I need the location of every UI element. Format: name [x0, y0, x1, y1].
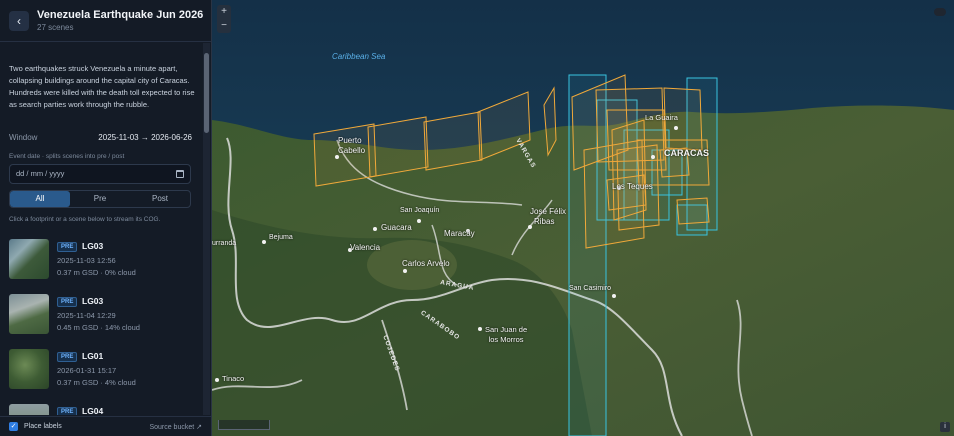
scene-thumbnail	[9, 239, 49, 279]
sidebar-scrollbar[interactable]	[203, 43, 210, 415]
city-label-san-juan-de-los-morros: San Juan de los Morros	[485, 325, 528, 344]
calendar-icon[interactable]	[176, 170, 184, 178]
page-title: Venezuela Earthquake Jun 2026	[37, 9, 204, 21]
city-label-bejuma: Bejuma	[269, 234, 293, 241]
scene-item[interactable]: PRE LG04	[9, 404, 199, 415]
sidebar-footer: ✓ Place labels Source bucket ↗	[0, 416, 211, 436]
sidebar: ‹ Venezuela Earthquake Jun 2026 27 scene…	[0, 0, 212, 436]
zoom-control: + −	[217, 5, 231, 33]
window-label: Window	[9, 133, 38, 142]
scene-item[interactable]: PRE LG03 2025-11-03 12:56 0.37 m GSD · 0…	[9, 239, 199, 283]
chevron-left-icon: ‹	[17, 14, 21, 28]
back-button[interactable]: ‹	[9, 11, 29, 31]
scene-filter: All Pre Post	[9, 190, 191, 208]
pre-badge: PRE	[57, 297, 78, 307]
sidebar-content: Two earthquakes struck Venezuela a minut…	[0, 43, 202, 415]
event-date-input[interactable]: dd / mm / yyyy	[9, 164, 191, 184]
pre-badge: PRE	[57, 242, 78, 252]
filter-pre[interactable]: Pre	[70, 191, 130, 207]
filter-post[interactable]: Post	[130, 191, 190, 207]
scene-time: 2026-01-31 15:17	[57, 366, 117, 375]
city-label-puerto-cabello: Puerto Cabello	[338, 136, 366, 155]
scene-thumbnail	[9, 349, 49, 389]
map-toggle-button[interactable]	[934, 8, 946, 16]
source-bucket-link[interactable]: Source bucket ↗	[149, 423, 202, 431]
city-label-miranda: urranda	[212, 240, 237, 247]
pre-badge: PRE	[57, 407, 78, 415]
sidebar-header: ‹ Venezuela Earthquake Jun 2026 27 scene…	[0, 0, 211, 42]
city-label-guacara: Guacara	[381, 223, 412, 232]
city-label-maracay: Maracay	[444, 229, 475, 238]
place-labels-checkbox[interactable]: ✓	[9, 422, 18, 431]
scale-bar	[218, 420, 270, 430]
pre-badge: PRE	[57, 352, 78, 362]
window-value: 2025-11-03 → 2026-06-26	[98, 133, 192, 142]
scene-time: 2025-11-03 12:56	[57, 256, 116, 265]
map-canvas[interactable]	[212, 0, 954, 436]
city-label-la-guaira: La Guaira	[645, 113, 678, 122]
city-label-carlos-arvelo: Carlos Arvelo	[402, 259, 450, 268]
sea-label: Caribbean Sea	[332, 52, 386, 61]
attribution-button[interactable]: i	[940, 422, 950, 432]
scene-name: LG03	[82, 296, 104, 306]
city-label-los-teques: Los Teques	[612, 182, 653, 191]
city-label-tinaco: Tinaco	[222, 374, 245, 383]
city-label-caracas: CARACAS	[664, 148, 709, 158]
scene-name: LG01	[82, 351, 104, 361]
scene-thumbnail	[9, 404, 49, 415]
satellite-map[interactable]: Caribbean Sea Puerto Cabello La Guaira CA…	[212, 0, 954, 436]
date-placeholder: dd / mm / yyyy	[16, 169, 65, 178]
scene-meta: 0.45 m GSD · 14% cloud	[57, 323, 140, 332]
event-date-label: Event date · splits scenes into pre / po…	[9, 153, 125, 160]
city-label-jose-felix-ribas: José Félix Ribas	[530, 207, 567, 226]
scene-name: LG04	[82, 406, 104, 415]
city-label-valencia: Valencia	[350, 243, 381, 252]
scene-meta: 0.37 m GSD · 4% cloud	[57, 378, 136, 387]
filter-all[interactable]: All	[10, 191, 70, 207]
scene-item[interactable]: PRE LG03 2025-11-04 12:29 0.45 m GSD · 1…	[9, 294, 199, 338]
event-description: Two earthquakes struck Venezuela a minut…	[9, 64, 195, 109]
city-label-san-joaquin: San Joaquín	[400, 207, 440, 214]
zoom-out-button[interactable]: −	[217, 19, 231, 33]
scrollbar-thumb[interactable]	[204, 53, 209, 133]
scene-count: 27 scenes	[37, 23, 74, 32]
scene-name: LG03	[82, 241, 104, 251]
scene-time: 2025-11-04 12:29	[57, 311, 116, 320]
zoom-in-button[interactable]: +	[217, 5, 231, 19]
footprint-hint: Click a footprint or a scene below to st…	[9, 216, 161, 223]
city-label-san-casimiro: San Casimiro	[569, 285, 612, 292]
scene-meta: 0.37 m GSD · 0% cloud	[57, 268, 136, 277]
place-labels-label: Place labels	[24, 423, 62, 430]
scene-thumbnail	[9, 294, 49, 334]
scene-item[interactable]: PRE LG01 2026-01-31 15:17 0.37 m GSD · 4…	[9, 349, 199, 393]
